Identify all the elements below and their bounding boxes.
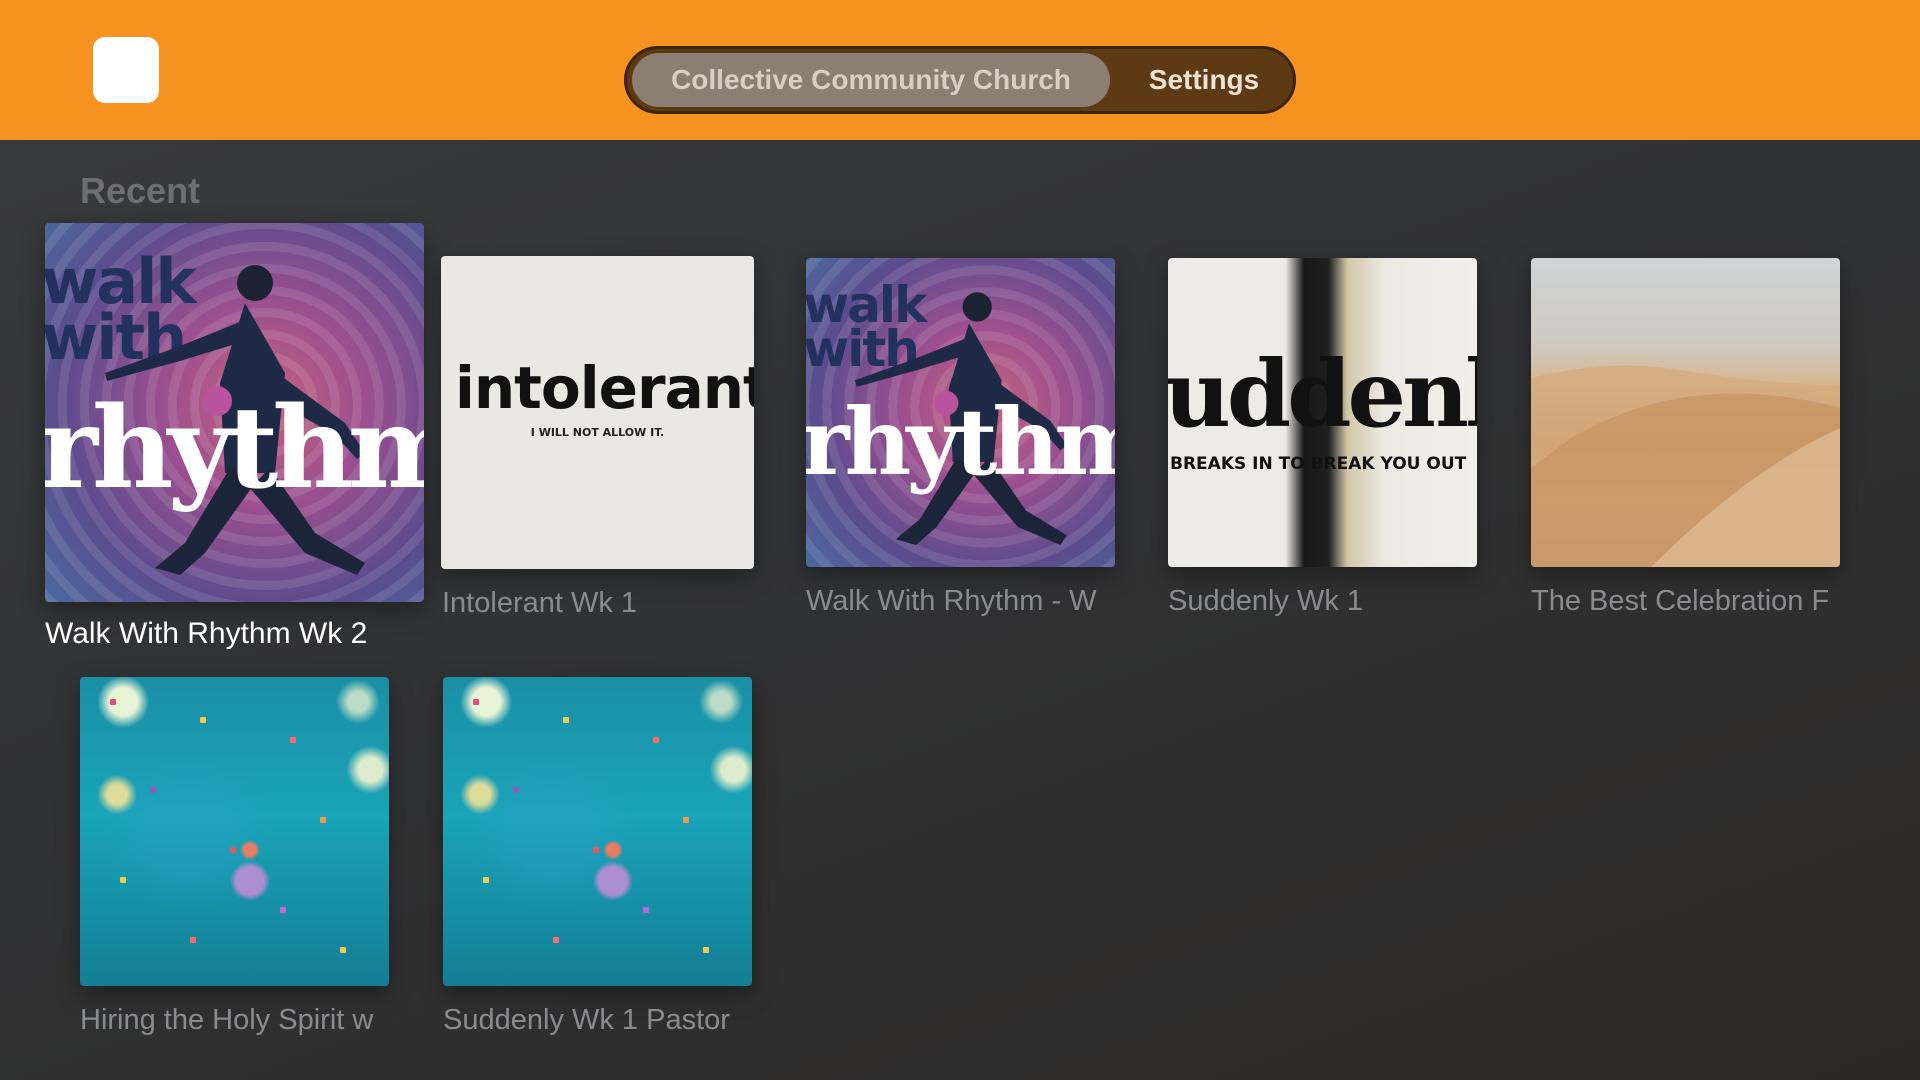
artwork-suddenly: uddenl BREAKS IN TO BREAK YOU OUT	[1168, 258, 1477, 567]
media-title: Walk With Rhythm - W	[806, 585, 1097, 617]
section-title-recent: Recent	[80, 170, 201, 211]
artwork-desert	[1531, 258, 1840, 567]
confetti-piece	[593, 847, 599, 853]
artwork-walk-with-rhythm: walk with rhythm	[806, 258, 1115, 567]
confetti-piece	[513, 787, 519, 793]
desert-dunes-illustration	[1531, 365, 1840, 567]
confetti-piece	[290, 737, 296, 743]
media-title: Suddenly Wk 1	[1168, 585, 1364, 617]
confetti-piece	[110, 699, 116, 705]
confetti-piece	[653, 737, 659, 743]
confetti-piece	[643, 907, 649, 913]
confetti-piece	[190, 937, 196, 943]
confetti-piece	[120, 877, 126, 883]
confetti-piece	[230, 847, 236, 853]
confetti-piece	[150, 787, 156, 793]
art-title-intolerant: intolerant	[455, 354, 754, 422]
art-title-rhythm: rhythm	[806, 388, 1115, 496]
confetti-piece	[703, 947, 709, 953]
top-bar: Collective Community Church Settings	[0, 0, 1920, 140]
artwork-walk-with-rhythm: walk with rhythm	[45, 223, 424, 602]
navigation-segmented-control: Collective Community Church Settings	[624, 46, 1296, 114]
media-title: Walk With Rhythm Wk 2	[45, 617, 368, 650]
confetti-piece	[320, 817, 326, 823]
art-subtitle-intolerant: I WILL NOT ALLOW IT.	[530, 426, 665, 439]
media-title: Hiring the Holy Spirit w	[80, 1004, 374, 1036]
confetti-piece	[280, 907, 286, 913]
artwork-confetti	[443, 677, 752, 986]
confetti-piece	[200, 717, 206, 723]
confetti-piece	[483, 877, 489, 883]
art-title-suddenly: uddenl	[1168, 340, 1477, 448]
artwork-intolerant: intolerant I WILL NOT ALLOW IT.	[441, 256, 754, 569]
confetti-piece	[563, 717, 569, 723]
artwork-confetti	[80, 677, 389, 986]
media-title: Suddenly Wk 1 Pastor	[443, 1004, 730, 1036]
confetti-piece	[340, 947, 346, 953]
tab-settings[interactable]: Settings	[1118, 53, 1290, 107]
art-subtitle-suddenly: BREAKS IN TO BREAK YOU OUT	[1170, 454, 1467, 474]
app-logo-icon	[93, 37, 159, 103]
confetti-piece	[553, 937, 559, 943]
tab-collective-community-church[interactable]: Collective Community Church	[632, 53, 1110, 107]
media-title: The Best Celebration F	[1531, 585, 1830, 617]
confetti-piece	[683, 817, 689, 823]
media-title: Intolerant Wk 1	[442, 587, 638, 619]
confetti-piece	[473, 699, 479, 705]
art-title-rhythm: rhythm	[45, 383, 424, 514]
